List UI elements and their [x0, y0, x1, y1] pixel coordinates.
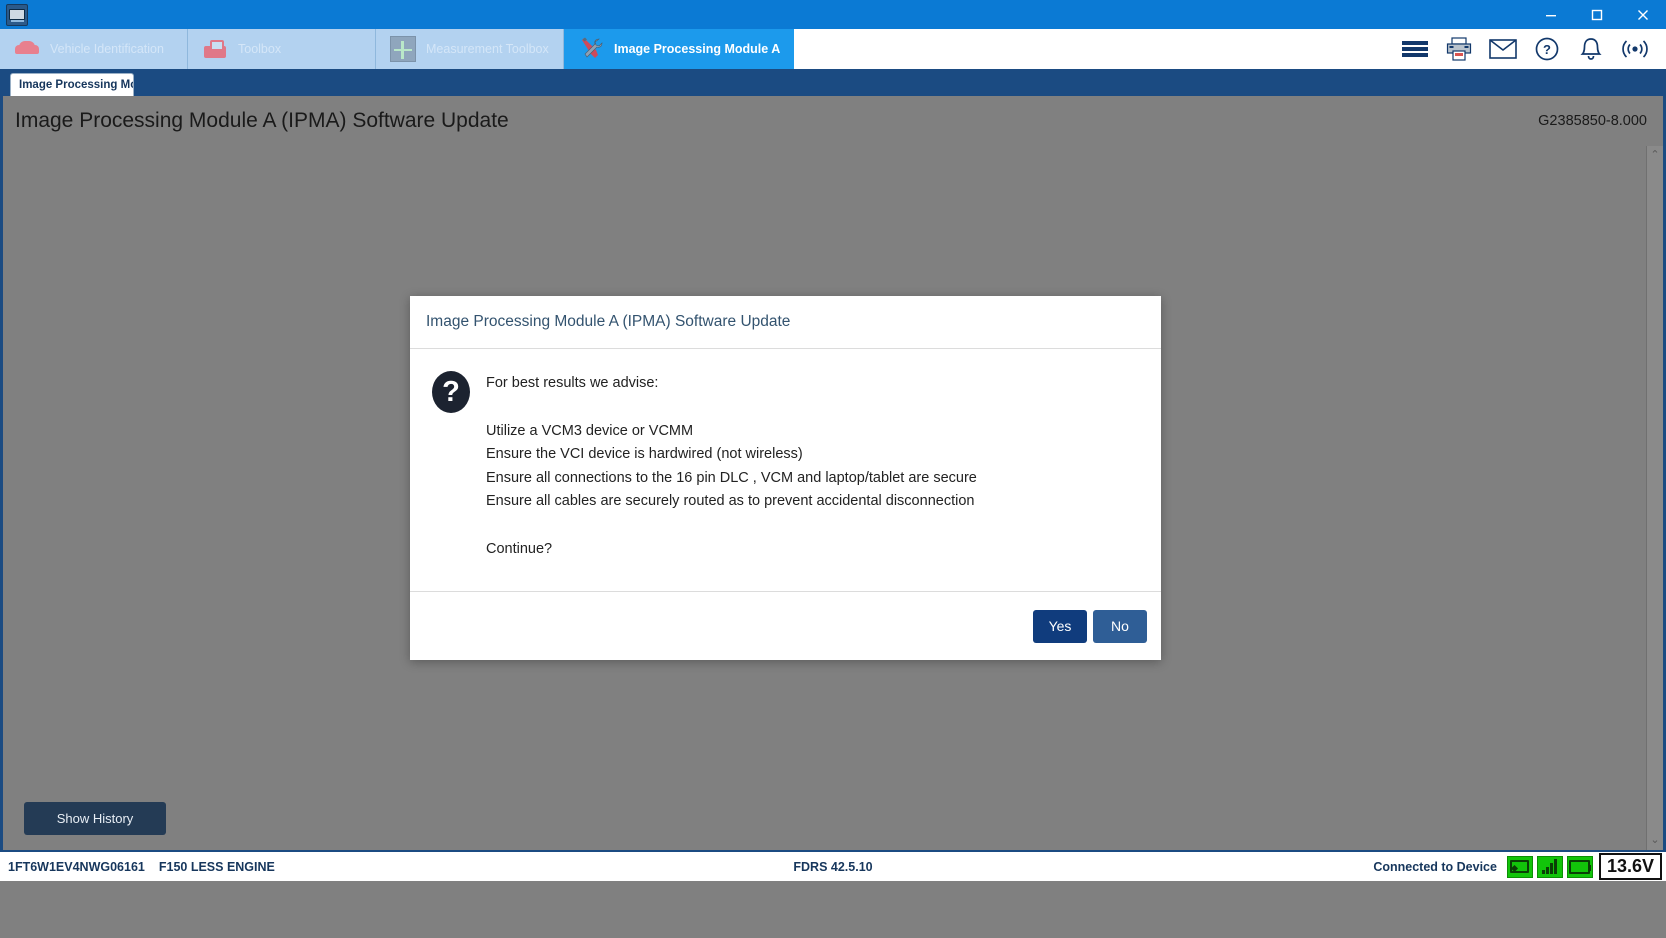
signal-strength-icon [1537, 856, 1563, 878]
window-title-bar [0, 0, 1666, 29]
scroll-up-arrow-icon[interactable]: ⌃ [1650, 150, 1659, 161]
page-title: Image Processing Module A (IPMA) Softwar… [15, 109, 509, 133]
software-version-text: FDRS 42.5.10 [793, 860, 872, 874]
module-tab-image-processing-module-a[interactable]: Image Processing Module A [564, 29, 794, 69]
wrench-screwdriver-icon [578, 36, 604, 62]
spacer [486, 400, 977, 424]
dialog-header: Image Processing Module A (IPMA) Softwar… [410, 296, 1161, 349]
vcm-status-icon [1507, 856, 1533, 878]
help-icon[interactable]: ? [1532, 34, 1562, 64]
status-connection-group: Connected to Device 13.6V [1373, 853, 1662, 880]
module-tab-measurement-toolbox[interactable]: Measurement Toolbox [376, 29, 564, 69]
svg-text:?: ? [1543, 42, 1551, 57]
dialog-message: For best results we advise: Utilize a VC… [486, 369, 977, 565]
dialog-title: Image Processing Module A (IPMA) Softwar… [426, 313, 790, 331]
battery-status-icon [1567, 856, 1593, 878]
mail-icon[interactable] [1488, 34, 1518, 64]
toolbox-icon [202, 36, 228, 62]
fdrs-app-icon [6, 4, 28, 26]
toolbar-area: ? [794, 29, 1666, 69]
content-area: ⌃ ⌄ Image Processing Module A (IPMA) Sof… [0, 146, 1666, 850]
no-button[interactable]: No [1093, 610, 1147, 643]
yes-button[interactable]: Yes [1033, 610, 1087, 643]
advice-line: Ensure all connections to the 16 pin DLC… [486, 471, 977, 495]
vehicle-model-text: F150 LESS ENGINE [159, 860, 275, 874]
dialog-body: ? For best results we advise: Utilize a … [410, 349, 1161, 591]
printer-icon[interactable] [1444, 34, 1474, 64]
module-tab-vehicle-identification[interactable]: Vehicle Identification [0, 29, 188, 69]
module-tab-toolbox[interactable]: Toolbox [188, 29, 376, 69]
show-history-button[interactable]: Show History [24, 802, 166, 835]
advice-line: Ensure all cables are securely routed as… [486, 494, 977, 518]
window-controls [1528, 0, 1666, 29]
notification-bell-icon[interactable] [1576, 34, 1606, 64]
status-bar: 1FT6W1EV4NWG06161 F150 LESS ENGINE FDRS … [0, 850, 1666, 881]
module-tab-label: Vehicle Identification [50, 42, 164, 56]
confirmation-dialog: Image Processing Module A (IPMA) Softwar… [410, 296, 1161, 660]
scroll-down-arrow-icon[interactable]: ⌄ [1650, 835, 1659, 846]
advice-line: Utilize a VCM3 device or VCMM [486, 424, 977, 448]
global-toolbar: ? [1384, 29, 1666, 69]
module-tab-label: Measurement Toolbox [426, 42, 549, 56]
document-tab-image-processing[interactable]: Image Processing Mo [10, 73, 134, 96]
question-mark-icon: ? [432, 371, 470, 413]
dialog-footer: Yes No [410, 591, 1161, 660]
document-number: G2385850-8.000 [1538, 113, 1647, 129]
dialog-prompt-text: Continue? [486, 542, 977, 566]
module-tab-label: Toolbox [238, 42, 281, 56]
status-vehicle-info: 1FT6W1EV4NWG06161 F150 LESS ENGINE [8, 860, 275, 874]
minimize-button[interactable] [1528, 0, 1574, 29]
vertical-scrollbar[interactable]: ⌃ ⌄ [1646, 146, 1663, 850]
document-tab-row: Image Processing Mo [0, 69, 1666, 96]
document-tab-label: Image Processing Mo [19, 79, 134, 91]
connection-status-text: Connected to Device [1373, 860, 1497, 874]
oscilloscope-icon [390, 36, 416, 62]
page-header: Image Processing Module A (IPMA) Softwar… [0, 96, 1666, 146]
car-icon [14, 36, 40, 62]
voltage-readout: 13.6V [1599, 853, 1662, 880]
close-button[interactable] [1620, 0, 1666, 29]
advice-line: Ensure the VCI device is hardwired (not … [486, 447, 977, 471]
connection-signal-icon[interactable] [1620, 34, 1650, 64]
module-tab-label: Image Processing Module A [614, 42, 780, 56]
spacer [486, 518, 977, 542]
vin-text: 1FT6W1EV4NWG06161 [8, 860, 145, 874]
maximize-button[interactable] [1574, 0, 1620, 29]
menu-icon[interactable] [1400, 34, 1430, 64]
module-tab-strip: Vehicle Identification Toolbox Measureme… [0, 29, 1666, 69]
dialog-intro-text: For best results we advise: [486, 376, 977, 400]
